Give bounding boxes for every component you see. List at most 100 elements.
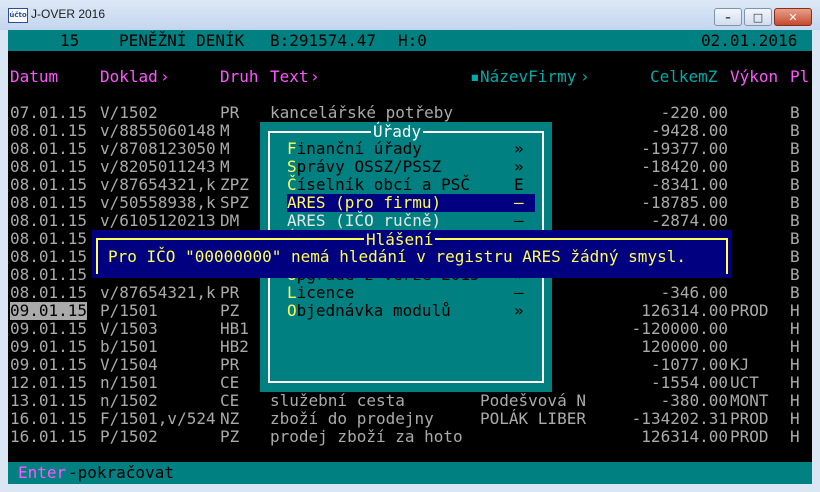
cell-doc: b/1501 <box>100 337 158 356</box>
column-headers: Datum Doklad › Druh Text › ▪ NázevFirmy … <box>8 51 812 87</box>
cell-date: 08.01.15 <box>10 229 88 248</box>
message-dialog-text: Pro IČO "00000000" nemá hledání v regist… <box>108 247 686 266</box>
cell-date: 09.01.15 <box>10 301 88 320</box>
cell-doc: V/1504 <box>100 355 158 374</box>
cell-pl: H <box>790 301 800 320</box>
cell-amount: -346.00 <box>660 283 728 302</box>
cell-type: PR <box>220 355 240 374</box>
col-datum[interactable]: Datum <box>10 68 58 86</box>
cell-pl: H <box>790 355 800 374</box>
cell-type: M <box>220 139 230 158</box>
cell-vykon: MONT <box>730 391 769 410</box>
cell-date: 08.01.15 <box>10 283 88 302</box>
table-row[interactable]: 16.01.15 F/1501,v/524 NZ zboží do prodejny P… <box>8 410 812 428</box>
col-doklad[interactable]: Doklad <box>100 68 158 86</box>
menu-item-label: ARES (IČO ručně) <box>287 211 442 230</box>
menu-item-indicator: – <box>514 193 524 212</box>
col-nazev-firmy[interactable]: NázevFirmy <box>480 68 576 86</box>
cell-vykon: PROD <box>730 409 769 428</box>
cell-pl: H <box>790 427 800 446</box>
cell-amount: 126314.00 <box>641 301 728 320</box>
cell-vykon: PROD <box>730 301 769 320</box>
cell-doc: v/87654321,k <box>100 175 216 194</box>
journal-date: 02.01.2016 <box>701 31 798 50</box>
cell-date: 08.01.15 <box>10 157 88 176</box>
col-text[interactable]: Text <box>270 68 309 86</box>
cell-text: kancelářské potřeby <box>270 103 454 122</box>
menu-item[interactable]: ARES (pro firmu) – <box>287 194 535 212</box>
cell-amount: -9428.00 <box>650 121 728 140</box>
cell-amount: -120000.00 <box>631 319 728 338</box>
minimize-button[interactable]: – <box>714 8 742 26</box>
menu-item-indicator: » <box>514 301 524 320</box>
status-text: -pokračovat <box>68 463 174 482</box>
cell-pl: B <box>790 121 800 140</box>
cell-amount: -18420.00 <box>641 157 728 176</box>
cell-date: 13.01.15 <box>10 391 88 410</box>
title-bar[interactable]: účto J-OVER 2016 – □ ✕ <box>0 0 820 30</box>
cell-doc: v/8708123050 <box>100 139 216 158</box>
table-row[interactable]: 07.01.15 V/1502 PR kancelářské potřeby -220.… <box>8 104 812 122</box>
cell-doc: V/1502 <box>100 103 158 122</box>
cell-type: HB1 <box>220 319 249 338</box>
cell-doc: v/6105120213 <box>100 211 216 230</box>
cell-doc: v/8855060148 <box>100 121 216 140</box>
col-pl[interactable]: Pl <box>790 68 809 86</box>
cell-amount: 120000.00 <box>641 337 728 356</box>
cell-amount: -2874.00 <box>650 211 728 230</box>
col-druh[interactable]: Druh <box>220 68 259 86</box>
menu-item[interactable]: Finanční úřady » <box>287 140 535 158</box>
menu-item-indicator: – <box>514 283 524 302</box>
cell-type: PZ <box>220 427 240 446</box>
cell-type: CE <box>220 391 240 410</box>
menu-item[interactable]: Objednávka modulů » <box>287 302 535 320</box>
console-screen: 15 PENĚŽNÍ DENÍK B:291574.47 H:0 02.01.2… <box>8 30 812 484</box>
menu-item-label: inanční úřady <box>296 139 422 158</box>
cell-pl: B <box>790 175 800 194</box>
table-row[interactable]: 16.01.15 P/1502 PZ prodej zboží za hoto 1263… <box>8 428 812 446</box>
cell-doc: v/50558938,k <box>100 193 216 212</box>
status-key[interactable]: Enter <box>18 464 67 482</box>
cell-doc: n/1502 <box>100 391 158 410</box>
cell-date: 12.01.15 <box>10 373 88 392</box>
app-icon: účto <box>8 8 28 23</box>
cell-pl: B <box>790 283 800 302</box>
col-celkem[interactable]: CelkemZ <box>650 68 717 86</box>
cell-amount: -380.00 <box>660 391 728 410</box>
cell-amount: -220.00 <box>660 103 728 122</box>
menu-item[interactable]: Správy OSSZ/PSSZ » <box>287 158 535 176</box>
cell-type: PR <box>220 283 240 302</box>
cell-pl: B <box>790 103 800 122</box>
cell-amount: -18785.00 <box>641 193 728 212</box>
menu-item-hotkey: Č <box>287 175 297 194</box>
menu-item[interactable]: Číselník obcí a PSČ E <box>287 176 535 194</box>
cell-date: 07.01.15 <box>10 103 88 122</box>
menu-item[interactable]: ARES (IČO ručně) – <box>287 212 535 230</box>
menu-item-indicator: » <box>514 139 524 158</box>
cell-amount: -134202.31 <box>631 409 728 428</box>
cell-date: 08.01.15 <box>10 121 88 140</box>
cell-amount: -8341.00 <box>650 175 728 194</box>
col-text-arrow: › <box>310 67 320 86</box>
col-vykon[interactable]: Výkon <box>730 68 778 86</box>
cell-type: M <box>220 157 230 176</box>
cell-pl: H <box>790 319 800 338</box>
table-row[interactable]: 13.01.15 n/1502 CE služební cesta Podešvová … <box>8 392 812 410</box>
menu-item-indicator: – <box>514 211 524 230</box>
cell-date: 08.01.15 <box>10 175 88 194</box>
cell-date: 08.01.15 <box>10 193 88 212</box>
cell-type: ZPZ <box>220 175 249 194</box>
maximize-button[interactable]: □ <box>744 8 772 26</box>
cell-text: služební cesta <box>270 391 405 410</box>
cell-pl: B <box>790 265 800 284</box>
menu-item[interactable]: Licence – <box>287 284 535 302</box>
cell-text: zboží do prodejny <box>270 409 434 428</box>
cell-date: 16.01.15 <box>10 409 88 428</box>
close-button[interactable]: ✕ <box>774 8 812 26</box>
cell-date: 09.01.15 <box>10 355 88 374</box>
cell-date: 09.01.15 <box>10 337 88 356</box>
cell-type: PR <box>220 103 240 122</box>
menu-item-label: ARES (pro firmu) <box>287 193 442 212</box>
cell-type: PZ <box>220 301 240 320</box>
cell-date: 09.01.15 <box>10 319 88 338</box>
